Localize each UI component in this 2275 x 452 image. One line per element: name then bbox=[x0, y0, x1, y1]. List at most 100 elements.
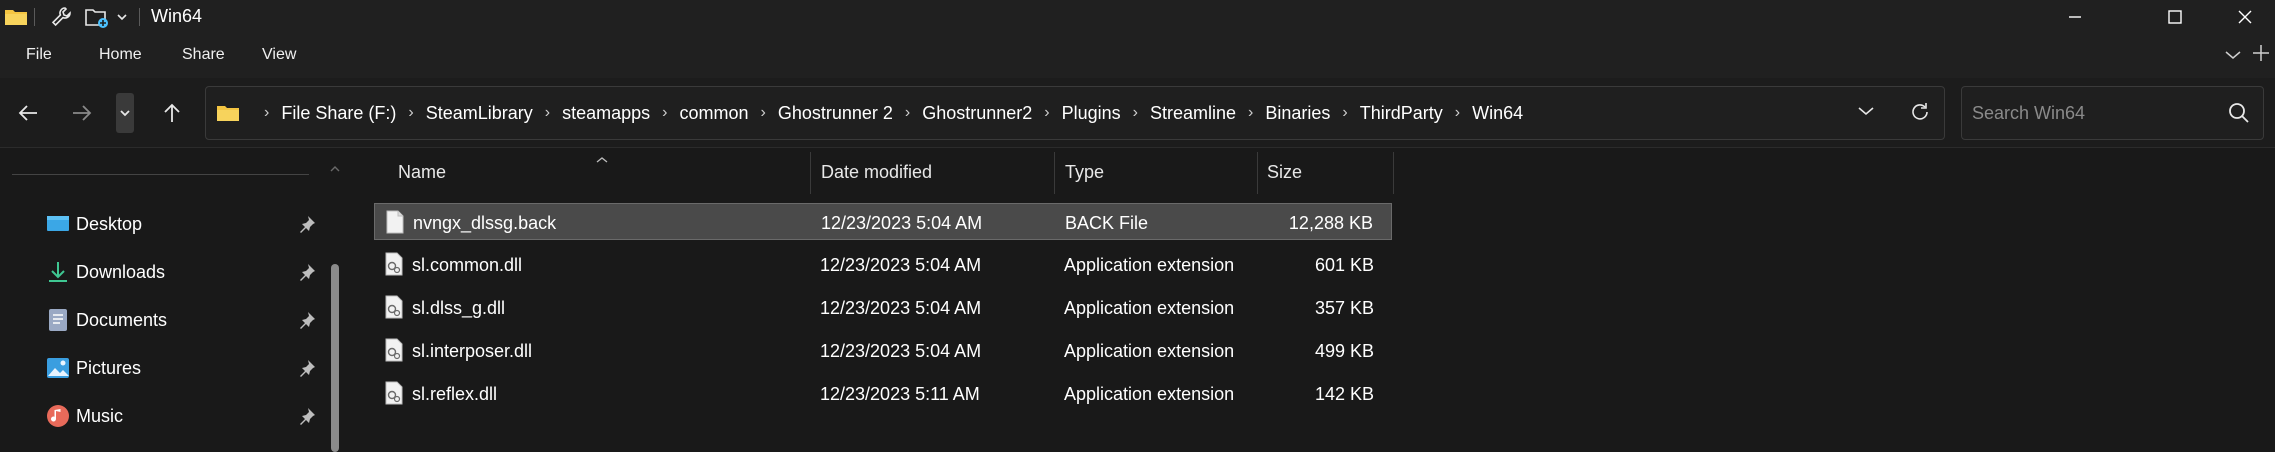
up-button[interactable] bbox=[152, 93, 192, 133]
dll-icon bbox=[384, 381, 404, 405]
column-header-type[interactable]: Type bbox=[1055, 148, 1257, 194]
address-bar[interactable]: › File Share (F:) › SteamLibrary › steam… bbox=[205, 86, 1945, 140]
file-type: Application extension bbox=[1064, 298, 1235, 318]
pin-icon[interactable] bbox=[298, 407, 316, 425]
crumb-win64[interactable]: Win64 bbox=[1472, 103, 1523, 124]
chevron-right-icon[interactable]: › bbox=[760, 104, 765, 122]
close-button[interactable] bbox=[2210, 0, 2275, 34]
maximize-button[interactable] bbox=[2140, 0, 2210, 34]
chevron-right-icon[interactable]: › bbox=[662, 104, 667, 122]
chevron-right-icon[interactable]: › bbox=[1044, 104, 1049, 122]
chevron-right-icon[interactable]: › bbox=[264, 104, 269, 122]
tab-share[interactable]: Share bbox=[182, 46, 225, 64]
scroll-up-icon[interactable] bbox=[330, 160, 340, 172]
desktop-icon bbox=[46, 212, 70, 236]
search-icon[interactable] bbox=[2228, 102, 2250, 129]
title-bar: Win64 bbox=[0, 0, 2275, 34]
column-divider[interactable] bbox=[1393, 152, 1394, 194]
tab-view[interactable]: View bbox=[262, 46, 296, 64]
tab-file[interactable]: File bbox=[26, 46, 52, 64]
sidebar-item-pictures[interactable]: Pictures bbox=[0, 346, 330, 390]
file-type: Application extension bbox=[1064, 341, 1235, 361]
search-input[interactable] bbox=[1972, 100, 2212, 126]
file-size: 12,288 KB bbox=[1288, 213, 1373, 233]
crumb-thirdparty[interactable]: ThirdParty bbox=[1360, 103, 1443, 124]
table-row[interactable]: sl.dlss_g.dll 12/23/2023 5:04 AM Applica… bbox=[374, 289, 1392, 326]
new-tab-icon[interactable] bbox=[2252, 44, 2270, 67]
chevron-right-icon[interactable]: › bbox=[905, 104, 910, 122]
file-name: sl.interposer.dll bbox=[412, 341, 533, 361]
table-row[interactable]: nvngx_dlssg.back 12/23/2023 5:04 AM BACK… bbox=[374, 203, 1392, 240]
properties-icon[interactable] bbox=[50, 0, 74, 34]
column-header-name[interactable]: Name bbox=[344, 148, 810, 194]
window-title: Win64 bbox=[151, 6, 203, 26]
title-divider bbox=[139, 8, 140, 26]
table-row[interactable]: sl.interposer.dll 12/23/2023 5:04 AM App… bbox=[374, 332, 1392, 369]
table-row[interactable]: sl.reflex.dll 12/23/2023 5:11 AM Applica… bbox=[374, 375, 1392, 412]
search-box[interactable] bbox=[1961, 86, 2264, 140]
recent-locations-button[interactable] bbox=[116, 93, 134, 133]
chevron-right-icon[interactable]: › bbox=[1455, 104, 1460, 122]
file-date: 12/23/2023 5:04 AM bbox=[820, 298, 982, 318]
crumb-binaries[interactable]: Binaries bbox=[1265, 103, 1330, 124]
sidebar-item-downloads[interactable]: Downloads bbox=[0, 250, 330, 294]
sidebar-item-label: Documents bbox=[76, 310, 168, 330]
chevron-right-icon[interactable]: › bbox=[408, 104, 413, 122]
column-header-label: Date modified bbox=[821, 162, 933, 182]
pin-icon[interactable] bbox=[298, 263, 316, 281]
pin-icon[interactable] bbox=[298, 359, 316, 377]
file-name: nvngx_dlssg.back bbox=[413, 213, 557, 233]
crumb-ghostrunner2[interactable]: Ghostrunner2 bbox=[922, 103, 1032, 124]
file-type: Application extension bbox=[1064, 255, 1235, 275]
dll-icon bbox=[384, 338, 404, 362]
dll-icon bbox=[384, 252, 404, 276]
crumb-steamapps[interactable]: steamapps bbox=[562, 103, 650, 124]
crumb-steamlibrary[interactable]: SteamLibrary bbox=[426, 103, 533, 124]
sidebar-item-documents[interactable]: Documents bbox=[0, 298, 330, 342]
file-size: 499 KB bbox=[1314, 341, 1374, 361]
table-row[interactable]: sl.common.dll 12/23/2023 5:04 AM Applica… bbox=[374, 246, 1392, 283]
chevron-right-icon[interactable]: › bbox=[1248, 104, 1253, 122]
chevron-down-icon[interactable] bbox=[116, 0, 128, 34]
pin-icon[interactable] bbox=[298, 311, 316, 329]
music-icon bbox=[46, 404, 70, 428]
chevron-right-icon[interactable]: › bbox=[1133, 104, 1138, 122]
file-size: 357 KB bbox=[1314, 298, 1374, 318]
chevron-right-icon[interactable]: › bbox=[1342, 104, 1347, 122]
file-name: sl.reflex.dll bbox=[412, 384, 498, 404]
ribbon-menu: File Home Share View bbox=[0, 34, 2275, 78]
sidebar-item-label: Music bbox=[76, 406, 124, 426]
crumb-ghostrunner-2[interactable]: Ghostrunner 2 bbox=[778, 103, 893, 124]
column-header-size[interactable]: Size bbox=[1258, 148, 1393, 194]
pictures-icon bbox=[46, 356, 70, 380]
file-name: sl.common.dll bbox=[412, 255, 523, 275]
new-folder-icon[interactable] bbox=[84, 0, 110, 34]
sidebar-scrollbar[interactable] bbox=[330, 148, 340, 452]
crumb-streamline[interactable]: Streamline bbox=[1150, 103, 1236, 124]
crumb-common[interactable]: common bbox=[679, 103, 748, 124]
tab-home[interactable]: Home bbox=[99, 46, 142, 64]
scrollbar-thumb[interactable] bbox=[331, 264, 339, 452]
chevron-right-icon[interactable]: › bbox=[545, 104, 550, 122]
column-header-label: Type bbox=[1065, 162, 1105, 182]
sidebar-item-music[interactable]: Music bbox=[0, 394, 330, 438]
back-button[interactable] bbox=[8, 93, 48, 133]
sidebar-divider bbox=[12, 174, 309, 175]
file-name: sl.dlss_g.dll bbox=[412, 298, 506, 318]
crumb-plugins[interactable]: Plugins bbox=[1062, 103, 1121, 124]
expand-ribbon-icon[interactable] bbox=[2224, 48, 2242, 66]
crumb-drive[interactable]: File Share (F:) bbox=[281, 103, 396, 124]
forward-button[interactable] bbox=[62, 93, 102, 133]
file-size: 601 KB bbox=[1314, 255, 1374, 275]
address-history-button[interactable] bbox=[1856, 104, 1876, 123]
minimize-button[interactable] bbox=[2040, 0, 2110, 34]
file-size: 142 KB bbox=[1314, 384, 1374, 404]
sidebar-item-desktop[interactable]: Desktop bbox=[0, 202, 330, 246]
column-header-date[interactable]: Date modified bbox=[811, 148, 1054, 194]
file-list: Name Date modified Type Size nvngx_dlssg… bbox=[344, 148, 2275, 452]
pin-icon[interactable] bbox=[298, 215, 316, 233]
refresh-button[interactable] bbox=[1908, 100, 1932, 129]
sidebar-item-label: Desktop bbox=[76, 214, 143, 234]
document-icon bbox=[46, 308, 70, 332]
qa-divider bbox=[34, 8, 35, 26]
